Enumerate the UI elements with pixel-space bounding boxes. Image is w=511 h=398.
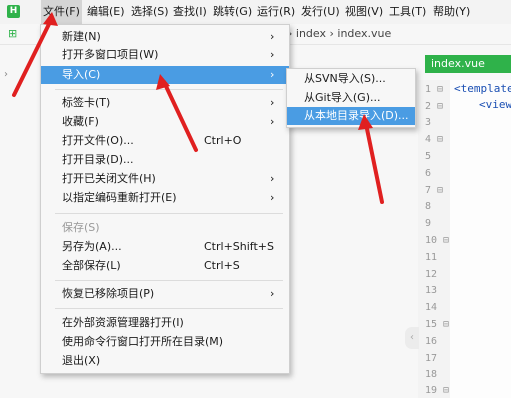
tree-expand-icon[interactable]: ›	[4, 69, 8, 80]
menu-item-new[interactable]: 新建(N) ›	[41, 28, 289, 46]
menu-publish[interactable]: 发行(U)	[299, 0, 342, 24]
menu-item-reopen-closed[interactable]: 打开已关闭文件(H) ›	[41, 170, 289, 188]
submenu-arrow-icon: ›	[270, 172, 275, 185]
menu-tools[interactable]: 工具(T)	[387, 0, 428, 24]
menu-item-shortcut: Ctrl+O	[204, 134, 242, 147]
submenu-item-label: 从本地目录导入(D)...	[304, 109, 409, 122]
submenu-item-svn-import[interactable]: 从SVN导入(S)...	[287, 70, 415, 88]
menu-view[interactable]: 视图(V)	[343, 0, 385, 24]
menu-item-label: 标签卡(T)	[62, 96, 111, 109]
menu-item-open-directory[interactable]: 打开目录(D)...	[41, 151, 289, 169]
line-number: 19 ⊟	[425, 385, 450, 396]
menu-item-label: 打开文件(O)...	[62, 134, 134, 147]
menu-item-save-as[interactable]: 另存为(A)... Ctrl+Shift+S	[41, 238, 289, 256]
menu-item-restore-removed[interactable]: 恢复已移除项目(P) ›	[41, 285, 289, 303]
menu-item-label: 打开目录(D)...	[62, 153, 134, 166]
menu-item-open-in-explorer[interactable]: 在外部资源管理器打开(I)	[41, 314, 289, 332]
menu-item-label: 另存为(A)...	[62, 240, 122, 253]
menu-item-import[interactable]: 导入(C) ›	[41, 66, 289, 84]
tab-label: index.vue	[431, 57, 485, 70]
line-number: 13	[425, 285, 438, 296]
menu-item-reopen-with-encoding[interactable]: 以指定编码重新打开(E) ›	[41, 189, 289, 207]
submenu-arrow-icon: ›	[270, 48, 275, 61]
submenu-arrow-icon: ›	[270, 115, 275, 128]
submenu-item-local-import[interactable]: 从本地目录导入(D)...	[287, 107, 415, 125]
menu-goto[interactable]: 跳转(G)	[211, 0, 254, 24]
line-number: 2 ⊟	[425, 101, 444, 112]
line-number: 11	[425, 252, 438, 263]
menubar: H 文件(F) 编辑(E) 选择(S) 查找(I) 跳转(G) 运行(R) 发行…	[0, 0, 511, 25]
menu-item-label: 恢复已移除项目(P)	[62, 287, 155, 300]
menu-item-tabs[interactable]: 标签卡(T) ›	[41, 94, 289, 112]
submenu-arrow-icon: ›	[270, 191, 275, 204]
menu-item-open-file[interactable]: 打开文件(O)... Ctrl+O	[41, 132, 289, 150]
line-number: 7 ⊟	[425, 185, 444, 196]
submenu-arrow-icon: ›	[270, 30, 275, 43]
menu-run[interactable]: 运行(R)	[255, 0, 297, 24]
menu-item-label: 使用命令行窗口打开所在目录(M)	[62, 335, 224, 348]
file-menu-dropdown: 新建(N) › 打开多窗口项目(W) › 导入(C) › 标签卡(T) › 收藏…	[40, 24, 290, 374]
submenu-item-label: 从SVN导入(S)...	[304, 72, 386, 85]
menu-item-label: 以指定编码重新打开(E)	[62, 191, 177, 204]
line-number: 5	[425, 151, 432, 162]
line-number: 12	[425, 269, 438, 280]
line-number: 8	[425, 201, 432, 212]
new-file-icon[interactable]: ⊞	[8, 27, 17, 40]
menu-separator	[55, 213, 283, 214]
line-number: 14	[425, 302, 438, 313]
menu-item-save: 保存(S)	[41, 219, 289, 237]
line-number: 3	[425, 117, 432, 128]
line-number: 18	[425, 369, 438, 380]
submenu-arrow-icon: ›	[270, 68, 275, 81]
collapse-panel-icon[interactable]: ‹	[405, 327, 419, 349]
app-logo: H	[7, 5, 20, 18]
menu-item-label: 打开多窗口项目(W)	[62, 48, 159, 61]
menu-item-label: 新建(N)	[62, 30, 101, 43]
menu-item-exit[interactable]: 退出(X)	[41, 352, 289, 370]
tab-index-vue[interactable]: index.vue	[425, 55, 511, 73]
line-number: 6	[425, 168, 432, 179]
menu-item-label: 导入(C)	[62, 68, 101, 81]
import-submenu: 从SVN导入(S)... 从Git导入(G)... 从本地目录导入(D)...	[286, 68, 416, 128]
line-number: 9	[425, 218, 432, 229]
submenu-item-label: 从Git导入(G)...	[304, 91, 381, 104]
menu-file[interactable]: 文件(F)	[41, 0, 82, 24]
breadcrumb[interactable]: › index › index.vue	[288, 27, 391, 40]
menu-select[interactable]: 选择(S)	[129, 0, 171, 24]
submenu-item-git-import[interactable]: 从Git导入(G)...	[287, 89, 415, 107]
menu-item-label: 退出(X)	[62, 354, 101, 367]
submenu-arrow-icon: ›	[270, 96, 275, 109]
menu-item-save-all[interactable]: 全部保存(L) Ctrl+S	[41, 257, 289, 275]
menu-help[interactable]: 帮助(Y)	[431, 0, 472, 24]
menu-separator	[55, 280, 283, 281]
menu-item-open-multi-window[interactable]: 打开多窗口项目(W) ›	[41, 46, 289, 64]
menu-item-label: 全部保存(L)	[62, 259, 121, 272]
line-number: 16	[425, 336, 438, 347]
menu-item-shortcut: Ctrl+S	[204, 259, 240, 272]
code-line[interactable]: <template	[454, 82, 511, 95]
menu-item-label: 收藏(F)	[62, 115, 99, 128]
menu-separator	[55, 308, 283, 309]
line-number: 4 ⊟	[425, 134, 444, 145]
line-number: 15 ⊟	[425, 319, 450, 330]
menu-item-label: 在外部资源管理器打开(I)	[62, 316, 184, 329]
menu-find[interactable]: 查找(I)	[171, 0, 209, 24]
menu-edit[interactable]: 编辑(E)	[85, 0, 127, 24]
menu-item-open-in-terminal[interactable]: 使用命令行窗口打开所在目录(M)	[41, 333, 289, 351]
line-number: 10 ⊟	[425, 235, 450, 246]
code-line[interactable]: <view	[479, 98, 511, 111]
menu-item-label: 保存(S)	[62, 221, 100, 234]
line-number: 17	[425, 353, 438, 364]
submenu-arrow-icon: ›	[270, 287, 275, 300]
menu-separator	[55, 89, 283, 90]
menu-item-label: 打开已关闭文件(H)	[62, 172, 156, 185]
menu-item-favorites[interactable]: 收藏(F) ›	[41, 113, 289, 131]
menu-item-shortcut: Ctrl+Shift+S	[204, 240, 274, 253]
